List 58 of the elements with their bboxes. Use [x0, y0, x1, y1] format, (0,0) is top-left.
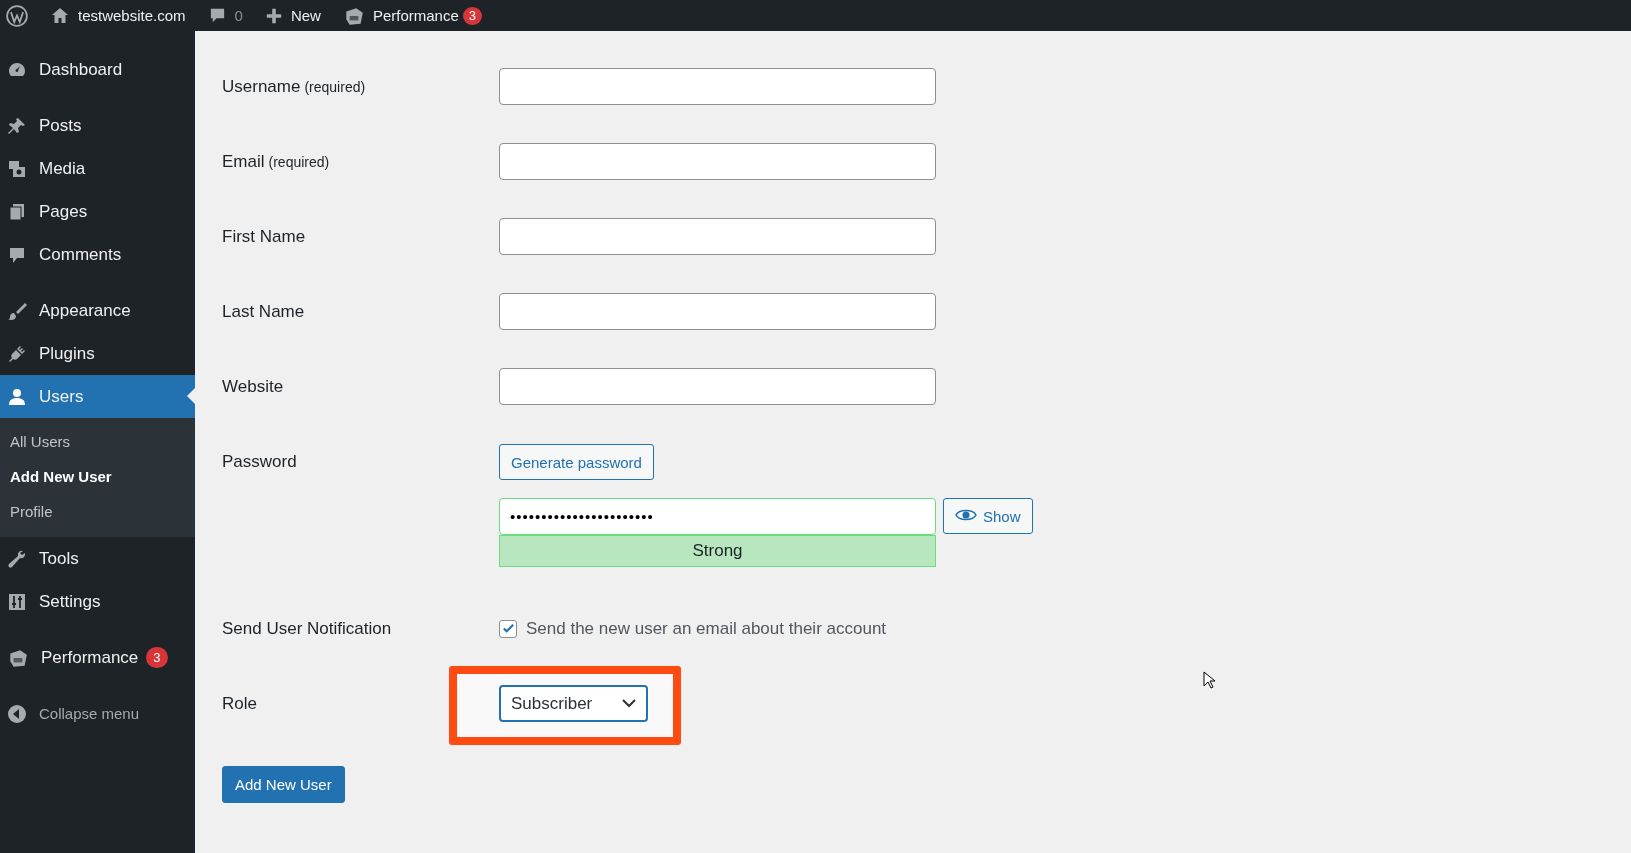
text-field[interactable]	[499, 293, 936, 330]
sidebar-menu-item[interactable]: Appearance	[0, 289, 195, 332]
sidebar-menu-item[interactable]: Media	[0, 147, 195, 190]
sidebar-menu-item[interactable]: Performance 3	[0, 636, 195, 679]
checkbox[interactable]	[499, 619, 517, 638]
new-link[interactable]: New	[290, 7, 321, 24]
required-note: (required)	[304, 78, 366, 95]
text-field[interactable]	[499, 218, 936, 255]
required-note: (required)	[268, 153, 330, 170]
sidebar-menu-item[interactable]: Dashboard	[0, 48, 195, 91]
field-label: Role	[222, 693, 257, 713]
field-label: Website	[222, 376, 284, 396]
submenu-item[interactable]: Profile	[0, 494, 195, 529]
field-label: Password	[222, 452, 297, 471]
mouse-pointer-icon	[1203, 671, 1215, 689]
brush-icon	[7, 300, 27, 321]
site-name-link[interactable]: testwebsite.com	[78, 7, 186, 24]
submenu-item[interactable]: Add New User	[0, 459, 195, 494]
user-icon	[7, 386, 27, 407]
field-label: Last Name	[222, 301, 305, 321]
sidebar-menu-item[interactable]: Settings	[0, 580, 195, 623]
notification-badge: 3	[146, 647, 168, 668]
home-icon[interactable]	[50, 5, 70, 26]
sliders-icon	[7, 591, 27, 612]
field-label: First Name	[222, 226, 306, 246]
show-password-button[interactable]: Show	[943, 498, 1033, 534]
password-strength-meter: Strong	[499, 535, 936, 567]
sidebar-menu-item[interactable]: Pages	[0, 190, 195, 233]
password-field[interactable]: •••••••••••••••••••••••	[499, 498, 936, 535]
role-dropdown[interactable]: Subscriber	[499, 685, 648, 722]
media-icon	[7, 158, 27, 179]
collapse-menu-button[interactable]: Collapse menu	[0, 692, 195, 735]
submenu-item[interactable]: All Users	[0, 424, 195, 459]
text-field[interactable]	[499, 368, 936, 405]
sidebar-menu-item[interactable]: Plugins	[0, 332, 195, 375]
plug-icon	[7, 343, 27, 364]
checkbox-label[interactable]: Send the new user an email about their account	[526, 618, 887, 639]
field-label: Email	[222, 151, 265, 171]
pin-icon	[7, 115, 27, 136]
sidebar-menu-item[interactable]: Posts	[0, 104, 195, 147]
field-label: Send User Notification	[222, 618, 392, 638]
text-field[interactable]	[499, 68, 936, 105]
sidebar-menu-item[interactable]: Users	[0, 375, 195, 418]
performance-link[interactable]: Performance	[372, 7, 459, 24]
notification-badge: 3	[462, 6, 482, 25]
pages-icon	[7, 201, 27, 222]
wordpress-logo-icon[interactable]	[6, 4, 28, 27]
field-label: Username	[222, 76, 301, 96]
checkmark-icon	[500, 621, 516, 636]
sidebar-menu-item[interactable]: Comments	[0, 233, 195, 276]
text-field[interactable]	[499, 143, 936, 180]
chevron-down-icon	[622, 699, 636, 708]
generate-password-button[interactable]: Generate password	[499, 444, 654, 480]
sidebar-menu-item[interactable]: Tools	[0, 537, 195, 580]
comment-count[interactable]: 0	[234, 7, 243, 24]
add-new-user-button[interactable]: Add New User	[222, 766, 345, 803]
wrench-icon	[7, 548, 27, 569]
plus-icon[interactable]	[264, 6, 283, 25]
